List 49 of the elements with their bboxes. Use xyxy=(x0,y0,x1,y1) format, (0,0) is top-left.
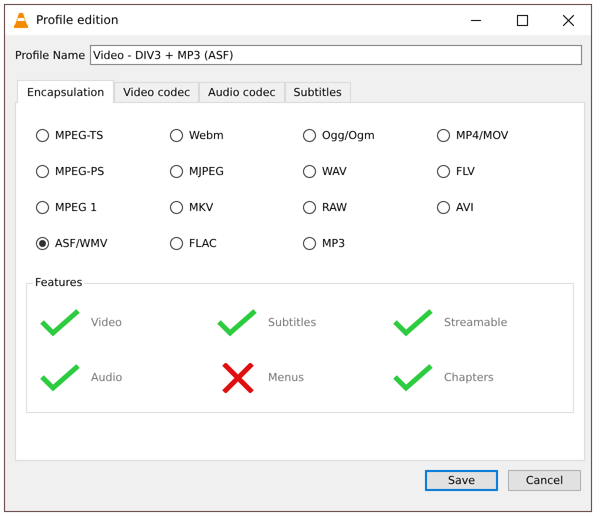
radio-button[interactable] xyxy=(303,236,316,250)
radio-label: MP4/MOV xyxy=(456,128,508,142)
radio-button[interactable] xyxy=(170,200,183,214)
radio-label: MPEG-PS xyxy=(55,164,104,178)
cancel-button[interactable]: Cancel xyxy=(508,470,581,491)
profile-name-field[interactable]: Video - DIV3 + MP3 (ASF) xyxy=(90,45,582,65)
radio-button[interactable] xyxy=(303,164,316,178)
group-title: Features xyxy=(33,276,84,289)
radio-button[interactable] xyxy=(437,128,450,142)
tab[interactable]: Encapsulation xyxy=(17,80,114,103)
maximize-icon[interactable] xyxy=(516,14,528,26)
save-button[interactable]: Save xyxy=(425,470,498,491)
radio-label: MPEG 1 xyxy=(55,200,98,214)
tab[interactable]: Subtitles xyxy=(284,82,351,102)
radio-button[interactable] xyxy=(36,128,49,142)
profile-name-label: Profile Name xyxy=(15,48,86,62)
radio-button[interactable] xyxy=(36,236,49,250)
feature-label: Streamable xyxy=(444,316,508,329)
radio-label: MJPEG xyxy=(189,164,224,178)
radio-button[interactable] xyxy=(170,128,183,142)
radio-label: ASF/WMV xyxy=(55,236,108,250)
feature-label: Audio xyxy=(91,371,122,384)
feature-label: Subtitles xyxy=(268,316,316,329)
window-title: Profile edition xyxy=(36,13,120,27)
radio-button[interactable] xyxy=(170,164,183,178)
radio-label: MP3 xyxy=(322,236,346,250)
radio-label: Webm xyxy=(189,128,224,142)
radio-button[interactable] xyxy=(36,164,49,178)
radio-label: MKV xyxy=(189,200,214,214)
radio-label: FLV xyxy=(456,164,475,178)
radio-button[interactable] xyxy=(303,200,316,214)
radio-button[interactable] xyxy=(437,164,450,178)
traffic-cone-icon xyxy=(14,12,28,28)
radio-label: FLAC xyxy=(189,236,217,250)
radio-button[interactable] xyxy=(170,236,183,250)
radio-label: WAV xyxy=(322,164,347,178)
tab[interactable]: Video codec xyxy=(114,82,200,102)
radio-label: AVI xyxy=(456,200,474,214)
tab[interactable]: Audio codec xyxy=(199,82,285,102)
radio-label: RAW xyxy=(322,200,347,214)
radio-button[interactable] xyxy=(36,200,49,214)
radio-label: MPEG-TS xyxy=(55,128,104,142)
radio-button[interactable] xyxy=(303,128,316,142)
radio-button[interactable] xyxy=(437,200,450,214)
close-icon[interactable] xyxy=(562,14,574,26)
feature-label: Menus xyxy=(268,371,304,384)
radio-label: Ogg/Ogm xyxy=(322,128,375,142)
feature-label: Video xyxy=(91,316,122,329)
feature-label: Chapters xyxy=(444,371,494,384)
